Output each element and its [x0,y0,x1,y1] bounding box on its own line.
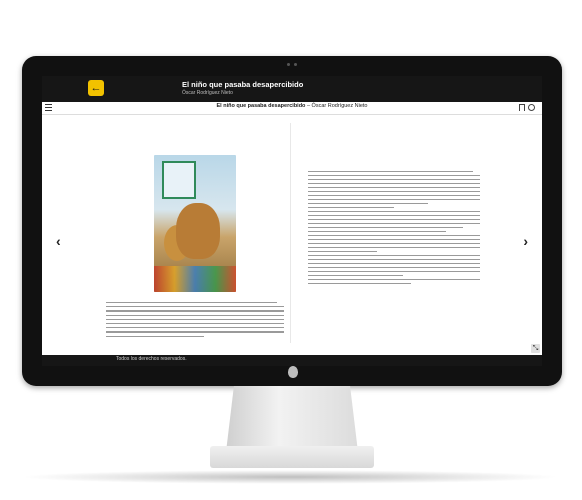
reader-toolbar: El niño que pasaba desapercibido – Óscar… [42,102,542,115]
book-author: Óscar Rodríguez Nieto [311,103,368,109]
back-button[interactable]: ← [88,80,104,96]
arrow-left-icon: ← [90,82,102,94]
screen: ← El niño que pasaba desapercibido Óscar… [42,76,542,366]
gear-icon[interactable] [528,104,535,111]
book-reader: ‹ › ⤡ [42,115,542,355]
book-heading: El niño que pasaba desapercibido – Óscar… [42,103,542,109]
heading-separator: – [306,103,311,109]
left-page-text [106,302,284,340]
copyright-text: Todos los derechos reservados. [116,356,187,362]
book-illustration [154,155,236,292]
previous-page-button[interactable]: ‹ [56,233,61,249]
monitor-base [210,446,374,468]
book-title: El niño que pasaba desapercibido [216,103,306,109]
page-divider [290,123,291,343]
header-author: Óscar Rodríguez Nieto [182,90,233,96]
app-footer: Todos los derechos reservados. [42,355,542,366]
illustration-window [162,161,196,199]
camera-dot [294,63,297,66]
monitor-stand [226,386,358,452]
bookmark-icon[interactable] [519,104,525,111]
fullscreen-toggle[interactable]: ⤡ [531,344,540,353]
illustration-toys [154,266,236,292]
right-page-text [308,171,480,287]
next-page-button[interactable]: › [523,233,528,249]
camera-dot [287,63,290,66]
illustration-teddy-bear [176,203,220,259]
monitor-shadow [20,470,560,484]
monitor: ← El niño que pasaba desapercibido Óscar… [22,56,562,386]
app-header: ← El niño que pasaba desapercibido Óscar… [42,76,542,102]
header-title: El niño que pasaba desapercibido [182,80,304,89]
apple-logo-icon [288,366,298,378]
